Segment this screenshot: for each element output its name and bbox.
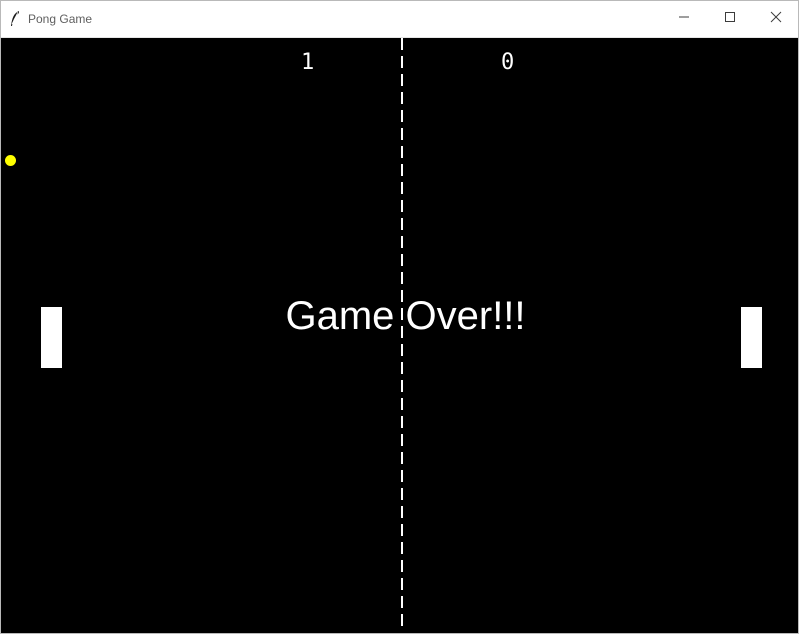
close-button[interactable] — [753, 1, 799, 37]
minimize-icon — [678, 10, 690, 28]
title-bar[interactable]: Pong Game — [1, 1, 798, 38]
window-title: Pong Game — [28, 12, 93, 26]
pong-window: Pong Game 1 0 Game Over!!! — [0, 0, 799, 634]
right-score: 0 — [501, 50, 515, 75]
feather-icon — [9, 10, 21, 28]
game-over-message: Game Over!!! — [285, 294, 526, 338]
close-icon — [770, 10, 782, 28]
center-dashed-line — [400, 38, 403, 632]
ball — [5, 155, 16, 166]
left-score: 1 — [301, 50, 315, 75]
right-paddle — [741, 307, 762, 368]
left-paddle — [41, 307, 62, 368]
minimize-button[interactable] — [661, 1, 707, 37]
maximize-button[interactable] — [707, 1, 753, 37]
maximize-icon — [724, 10, 736, 28]
game-canvas[interactable]: 1 0 Game Over!!! — [1, 38, 796, 632]
